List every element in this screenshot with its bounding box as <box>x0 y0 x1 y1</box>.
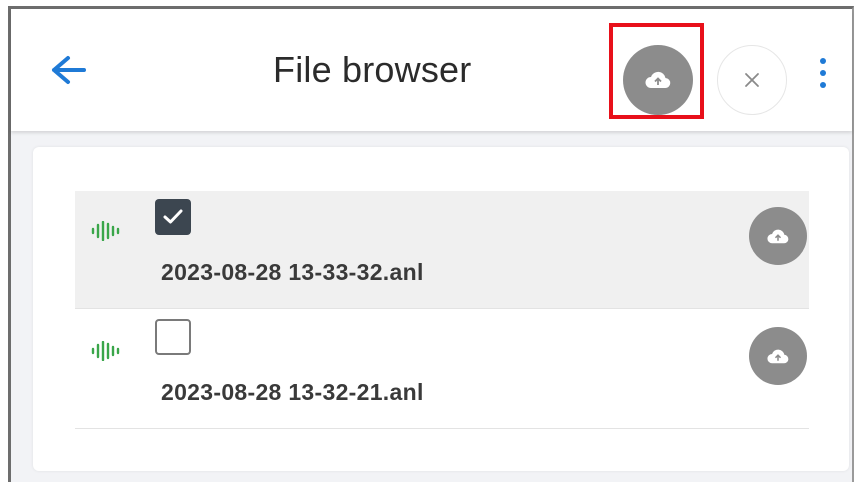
app-window: File browser 2023-08-28 13-33-32.anl 202… <box>8 6 854 482</box>
audio-wave-icon <box>91 221 120 241</box>
app-bar: File browser <box>11 9 852 131</box>
back-button[interactable] <box>47 53 89 87</box>
file-list-card: 2023-08-28 13-33-32.anl 2023-08-28 13-32… <box>33 147 849 471</box>
file-list-item[interactable]: 2023-08-28 13-32-21.anl <box>75 311 809 429</box>
audio-wave-icon <box>91 341 120 361</box>
more-menu-button[interactable] <box>811 53 835 93</box>
cloud-upload-icon <box>645 71 671 89</box>
upload-all-button[interactable] <box>623 45 693 115</box>
cloud-upload-icon <box>767 229 789 243</box>
file-name: 2023-08-28 13-33-32.anl <box>161 259 424 285</box>
cloud-upload-icon <box>767 349 789 363</box>
file-name: 2023-08-28 13-32-21.anl <box>161 379 424 405</box>
page-title: File browser <box>273 49 472 90</box>
check-icon <box>163 209 183 224</box>
more-vert-icon-dot <box>820 82 826 88</box>
more-vert-icon-dot <box>820 70 826 76</box>
file-checkbox[interactable] <box>155 199 191 235</box>
upload-file-button[interactable] <box>749 327 807 385</box>
upload-file-button[interactable] <box>749 207 807 265</box>
close-icon <box>745 73 759 87</box>
file-checkbox[interactable] <box>155 319 191 355</box>
arrow-left-icon <box>52 56 86 84</box>
file-list-item[interactable]: 2023-08-28 13-33-32.anl <box>75 191 809 309</box>
close-button[interactable] <box>717 45 787 115</box>
more-vert-icon <box>820 58 826 64</box>
